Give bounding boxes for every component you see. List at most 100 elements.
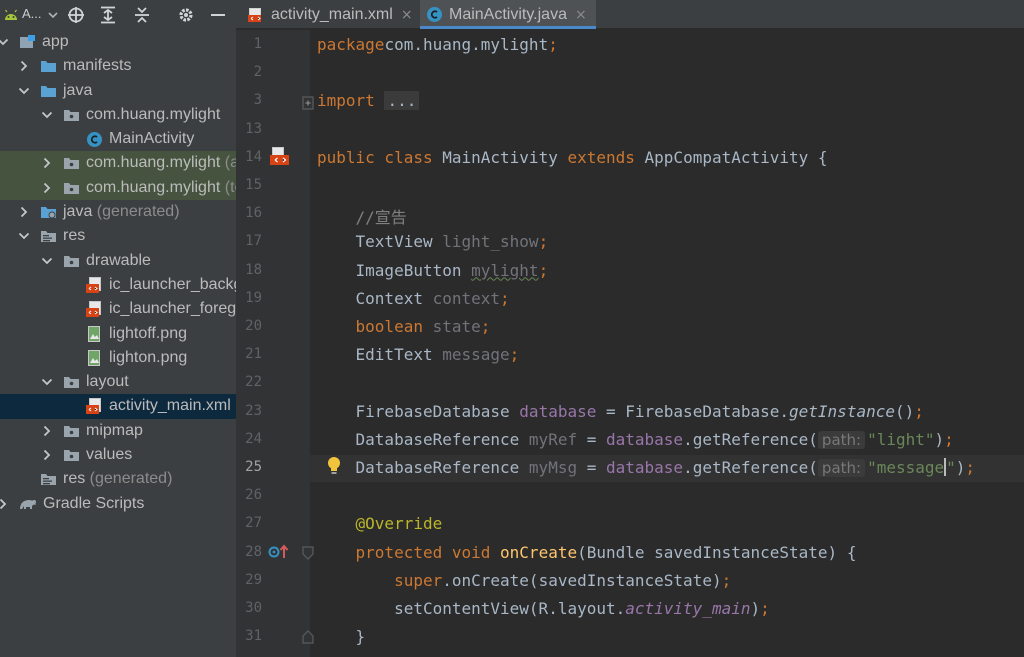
tree-item[interactable]: ic_launcher_background.xml (0, 273, 236, 297)
tree-item[interactable]: activity_main.xml (0, 394, 236, 419)
close-tab-icon[interactable]: × (401, 7, 413, 23)
code-token: database (519, 401, 597, 421)
chevron-down-icon[interactable] (0, 30, 10, 54)
code-token: ; (548, 35, 558, 54)
settings-gear-icon[interactable] (174, 0, 198, 29)
tree-item[interactable]: lightoff.png (0, 322, 236, 346)
code-token: ; (538, 232, 549, 252)
generated-label: (generated) (85, 470, 173, 488)
fold-toggle-icon[interactable] (302, 629, 314, 644)
override-method-icon[interactable] (268, 543, 290, 561)
chevron-right-icon[interactable] (17, 200, 31, 224)
code-token: com.huang.mylight (384, 35, 549, 54)
chevron-right-icon[interactable] (40, 176, 54, 200)
package-qualifier-label: (test) (224, 178, 236, 196)
tree-item-text: mipmap (86, 421, 143, 439)
tree-item[interactable]: manifests (0, 54, 236, 78)
code-token: ; (944, 429, 954, 449)
code-token: .getReference( (683, 458, 818, 477)
code-token: ) (955, 458, 966, 477)
code-line: DatabaseReference myMsg = database.getRe… (317, 458, 975, 477)
tree-item-text: manifests (63, 57, 132, 75)
tree-item[interactable]: java (0, 79, 236, 103)
line-number: 26 (245, 487, 262, 504)
tree-item[interactable]: ic_launcher_foreground.xml (0, 297, 236, 321)
android-activity-gutter-icon[interactable] (269, 145, 291, 167)
line-number: 31 (245, 628, 262, 645)
chevron-right-icon[interactable] (0, 492, 10, 516)
tree-item-label: mipmap (86, 422, 143, 440)
tree-item-text: values (86, 446, 133, 464)
code-token: } (317, 627, 366, 647)
tree-item[interactable]: com.huang.mylight (0, 103, 236, 127)
code-editor[interactable] (310, 30, 1024, 657)
chevron-down-icon[interactable] (40, 370, 54, 394)
code-line: boolean state; (317, 317, 491, 336)
chevron-right-icon[interactable] (40, 151, 54, 175)
line-number: 2 (253, 64, 262, 81)
line-number: 23 (245, 402, 262, 419)
code-token: Context (317, 288, 433, 308)
chevron-right-icon[interactable] (40, 419, 54, 443)
chevron-right-icon[interactable] (17, 54, 31, 78)
expand-all-icon[interactable] (96, 0, 120, 29)
code-token: setContentView(R.layout. (317, 599, 626, 618)
collapse-all-icon[interactable] (130, 0, 154, 29)
package-icon (63, 423, 80, 439)
tree-item-text: com.huang.mylight (86, 178, 221, 196)
code-token: extends (567, 147, 645, 167)
hide-panel-icon[interactable] (206, 0, 230, 29)
chevron-down-icon[interactable] (17, 224, 31, 248)
tree-item[interactable]: Gradle Scripts (0, 492, 236, 516)
tree-item-label: com.huang.mylight (androidTest) (86, 154, 236, 172)
xml-file-icon (248, 7, 265, 23)
line-number: 13 (245, 120, 262, 137)
package-icon (63, 253, 80, 269)
tree-item[interactable]: layout (0, 370, 236, 394)
code-token: database (606, 458, 684, 477)
fold-toggle-icon[interactable] (302, 95, 314, 110)
tree-item-text: Gradle Scripts (43, 494, 145, 512)
code-token: ; (760, 599, 770, 618)
tree-item[interactable]: res (generated) (0, 467, 236, 491)
code-token: "message (867, 458, 945, 477)
chevron-down-icon[interactable] (40, 103, 54, 127)
close-tab-icon[interactable]: × (575, 7, 587, 23)
tree-item-label: res (generated) (63, 470, 172, 488)
tree-item-text: app (42, 33, 69, 50)
chevron-down-icon[interactable] (17, 79, 31, 103)
tree-item[interactable]: lighton.png (0, 346, 236, 370)
tree-item[interactable]: java (generated) (0, 200, 236, 224)
tree-item[interactable]: res (0, 224, 236, 248)
app-module-icon (19, 34, 36, 50)
tree-item[interactable]: com.huang.mylight (test) (0, 175, 236, 201)
line-number: 27 (245, 515, 262, 532)
chevron-right-icon[interactable] (40, 443, 54, 467)
project-view-selector[interactable]: A... (22, 6, 42, 21)
tree-item-text: layout (86, 373, 129, 391)
view-dropdown-chevron-icon[interactable] (46, 0, 60, 29)
tab-main-activity-java[interactable]: MainActivity.java × (420, 0, 596, 29)
tree-item[interactable]: mipmap (0, 419, 236, 443)
tree-item[interactable]: com.huang.mylight (androidTest) (0, 151, 236, 176)
line-number: 16 (245, 205, 262, 222)
line-number: 22 (245, 374, 262, 391)
line-number: 25 (245, 459, 262, 475)
tree-item-text: drawable (86, 251, 151, 269)
tree-item[interactable]: values (0, 443, 236, 467)
locate-file-icon[interactable] (64, 0, 88, 29)
code-token: protected void (355, 542, 501, 562)
tree-item-text: java (63, 81, 93, 99)
chevron-down-icon[interactable] (40, 249, 54, 273)
folded-imports[interactable]: ... (384, 91, 420, 111)
tree-item[interactable]: MainActivity (0, 127, 236, 151)
tab-activity-main-xml[interactable]: activity_main.xml × (240, 0, 416, 29)
tree-item[interactable]: drawable (0, 249, 236, 273)
code-line: protected void onCreate(Bundle savedInst… (317, 542, 857, 562)
fold-toggle-icon[interactable] (302, 545, 314, 560)
tree-item[interactable]: app (0, 30, 236, 54)
tree-item-text: ic_launcher_foreground.xml (109, 300, 236, 318)
tree-item-label: layout (86, 373, 129, 391)
